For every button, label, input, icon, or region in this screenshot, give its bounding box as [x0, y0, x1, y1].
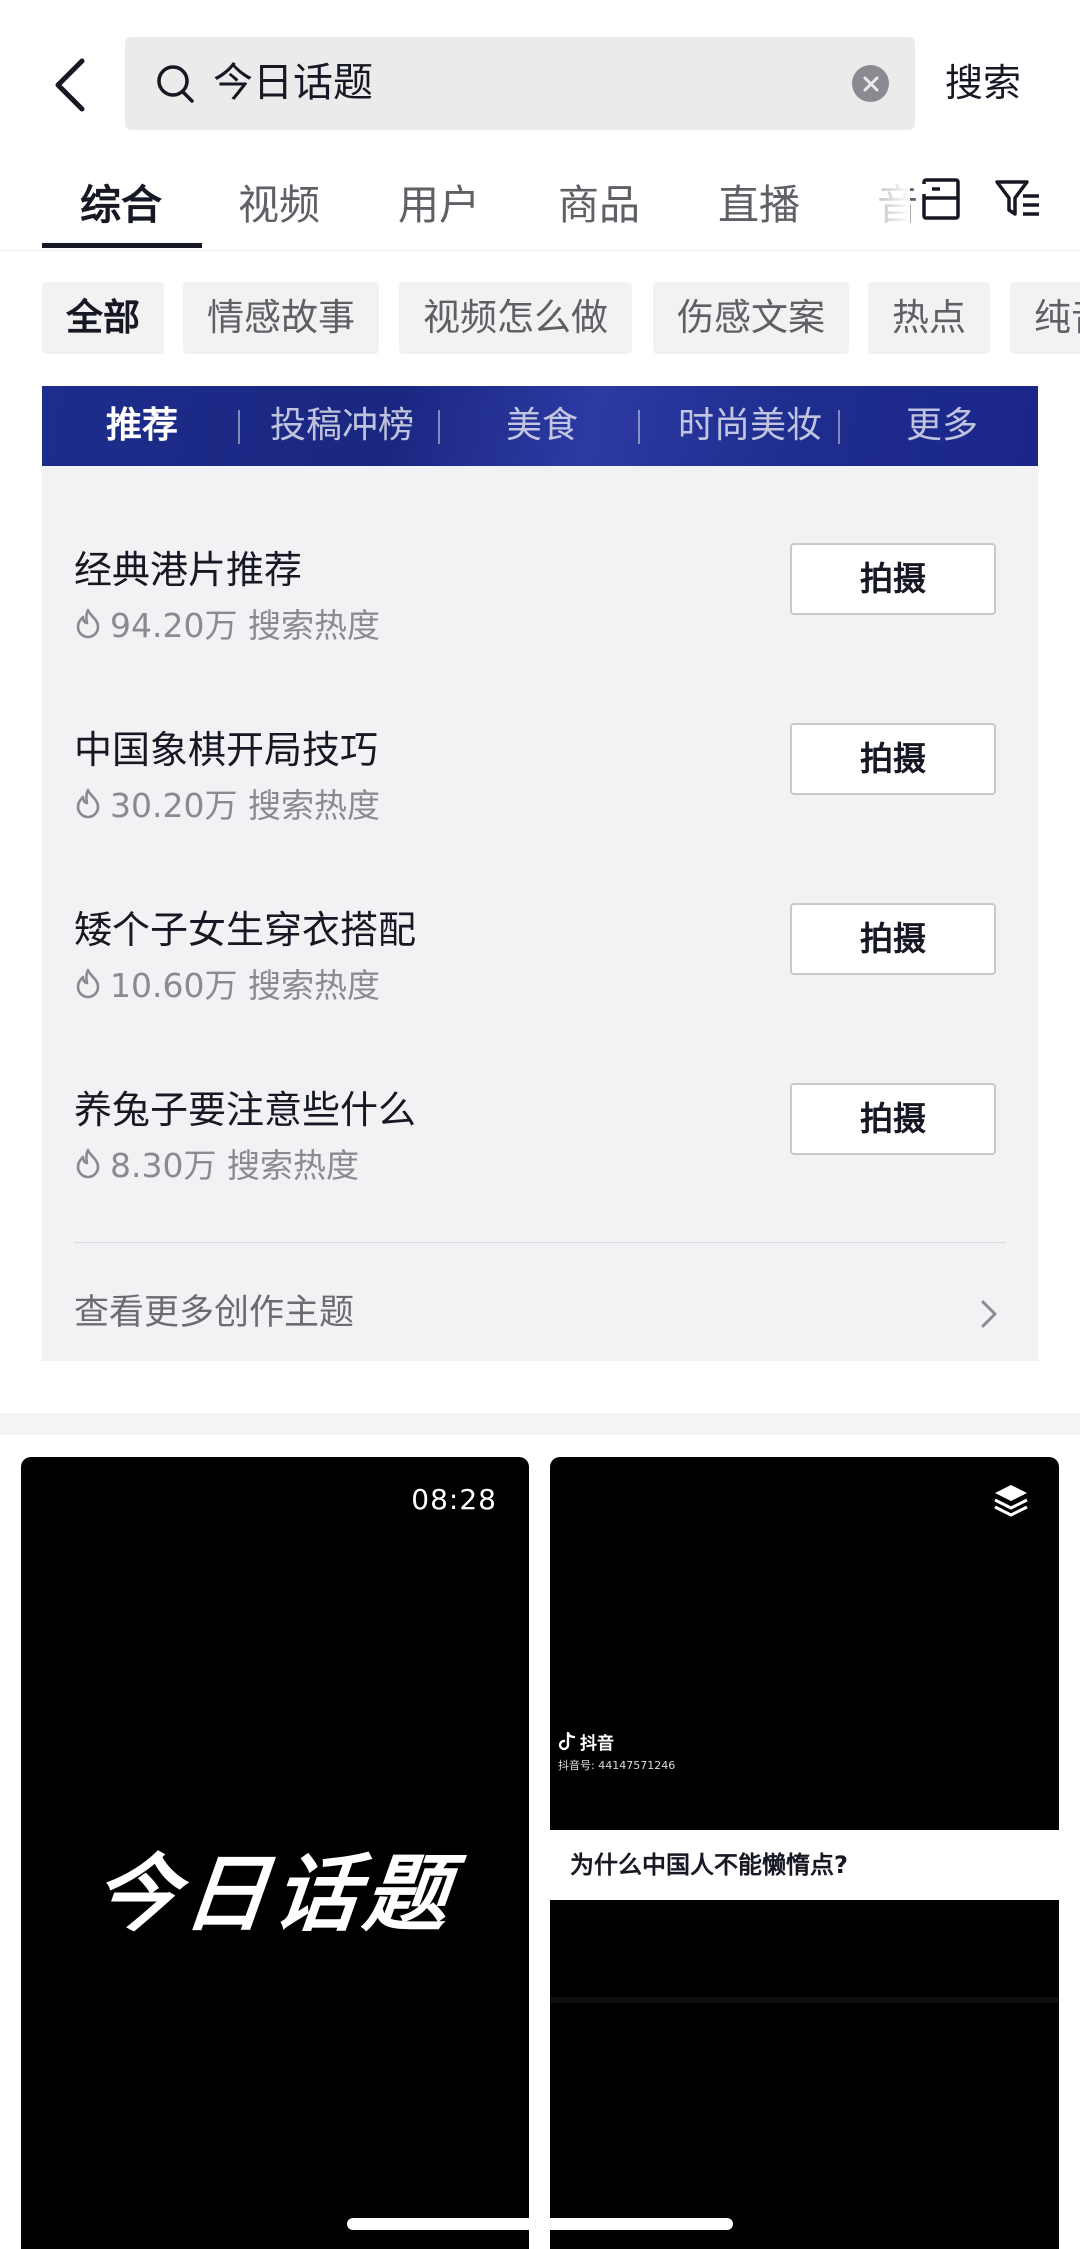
video-card[interactable]: 抖音 抖音号: 44147571246 为什么中国人不能懒惰点?	[550, 1457, 1059, 2249]
creation-topics-panel: 推荐 投稿冲榜 美食 时尚美妆 更多 经典港片推荐 94.20万 搜索热度 拍摄…	[42, 386, 1038, 1361]
tab-separator	[638, 410, 640, 444]
topic-tab-fashion[interactable]: 时尚美妆	[660, 386, 840, 466]
header-divider	[0, 250, 1080, 251]
topic-tab-recommend[interactable]: 推荐	[72, 386, 212, 466]
video-strip	[550, 1997, 1059, 2003]
video-caption: 为什么中国人不能懒惰点?	[570, 1851, 848, 1879]
shoot-button[interactable]: 拍摄	[790, 543, 996, 615]
chip-hot[interactable]: 热点	[868, 282, 990, 354]
search-box[interactable]: 今日话题	[125, 37, 915, 130]
tab-live[interactable]: 直播	[718, 170, 800, 240]
heat-value: 8.30万	[110, 1146, 217, 1185]
topic-title: 经典港片推荐	[74, 548, 303, 592]
tab-fade	[850, 165, 910, 240]
shoot-button[interactable]: 拍摄	[790, 903, 996, 975]
heat-value: 94.20万	[110, 606, 238, 645]
topic-heat: 10.60万 搜索热度	[74, 959, 380, 1007]
more-topics-link[interactable]: 查看更多创作主题	[74, 1276, 1006, 1351]
video-card[interactable]: 08:28 今日话题	[21, 1457, 529, 2249]
panel-divider	[74, 1242, 1006, 1243]
topic-row[interactable]: 中国象棋开局技巧 30.20万 搜索热度 拍摄	[42, 699, 1038, 879]
topic-tab-more[interactable]: 更多	[862, 386, 1022, 466]
back-button[interactable]	[40, 50, 100, 120]
tab-goods[interactable]: 商品	[558, 170, 640, 240]
heat-label: 搜索热度	[226, 1146, 359, 1185]
filter-icon[interactable]	[993, 174, 1043, 224]
chevron-left-icon	[55, 58, 85, 112]
chip-sad-copy[interactable]: 伤感文案	[653, 282, 849, 354]
tab-separator	[838, 410, 840, 444]
search-icon	[157, 65, 194, 103]
douyin-brand: 抖音	[580, 1734, 614, 1754]
flame-icon	[76, 608, 100, 639]
topic-title: 中国象棋开局技巧	[74, 728, 379, 772]
flame-icon	[76, 968, 100, 999]
tab-comprehensive[interactable]: 综合	[80, 170, 162, 240]
flame-icon	[76, 788, 100, 819]
douyin-watermark: 抖音	[558, 1729, 614, 1754]
tab-user[interactable]: 用户	[398, 170, 480, 240]
home-indicator	[347, 2218, 733, 2230]
topic-heat: 30.20万 搜索热度	[74, 779, 380, 827]
section-gap	[0, 1413, 1080, 1435]
video-duration: 08:28	[411, 1483, 497, 1516]
tab-separator	[238, 410, 240, 444]
video-caption-band: 为什么中国人不能懒惰点?	[550, 1830, 1059, 1900]
topic-row[interactable]: 矮个子女生穿衣搭配 10.60万 搜索热度 拍摄	[42, 879, 1038, 1059]
chip-emotional-story[interactable]: 情感故事	[183, 282, 379, 354]
tab-video[interactable]: 视频	[238, 170, 320, 240]
clear-icon[interactable]	[852, 65, 889, 102]
layout-icon[interactable]	[920, 174, 964, 224]
more-topics-label: 查看更多创作主题	[74, 1293, 355, 1333]
topic-title: 矮个子女生穿衣搭配	[74, 908, 417, 952]
video-cover-title: 今日话题	[89, 1844, 460, 1943]
chip-all[interactable]: 全部	[42, 282, 164, 354]
topic-row[interactable]: 经典港片推荐 94.20万 搜索热度 拍摄	[42, 519, 1038, 699]
heat-label: 搜索热度	[247, 786, 380, 825]
chevron-right-icon	[981, 1300, 997, 1328]
topic-tab-food[interactable]: 美食	[462, 386, 622, 466]
chip-how-to-video[interactable]: 视频怎么做	[399, 282, 632, 354]
result-tabs: 综合 视频 用户 商品 直播 音	[0, 160, 1080, 250]
topic-title: 养兔子要注意些什么	[74, 1088, 417, 1132]
douyin-id: 抖音号: 44147571246	[558, 1759, 676, 1772]
shoot-button[interactable]: 拍摄	[790, 1083, 996, 1155]
stack-icon	[994, 1485, 1028, 1517]
topic-heat: 94.20万 搜索热度	[74, 599, 380, 647]
heat-label: 搜索热度	[247, 606, 380, 645]
search-input[interactable]: 今日话题	[213, 37, 373, 130]
topic-category-tabs: 推荐 投稿冲榜 美食 时尚美妆 更多	[42, 386, 1038, 466]
heat-value: 10.60万	[110, 966, 238, 1005]
shoot-button[interactable]: 拍摄	[790, 723, 996, 795]
heat-value: 30.20万	[110, 786, 238, 825]
topic-heat: 8.30万 搜索热度	[74, 1139, 359, 1187]
douyin-icon	[558, 1731, 576, 1750]
tab-underline	[42, 243, 202, 248]
flame-icon	[76, 1148, 100, 1179]
tab-separator	[438, 410, 440, 444]
chip-pure-music[interactable]: 纯音	[1010, 282, 1080, 354]
topic-tab-rank[interactable]: 投稿冲榜	[262, 386, 422, 466]
topic-row[interactable]: 养兔子要注意些什么 8.30万 搜索热度 拍摄	[42, 1059, 1038, 1239]
search-button[interactable]: 搜索	[945, 37, 1021, 130]
heat-label: 搜索热度	[247, 966, 380, 1005]
